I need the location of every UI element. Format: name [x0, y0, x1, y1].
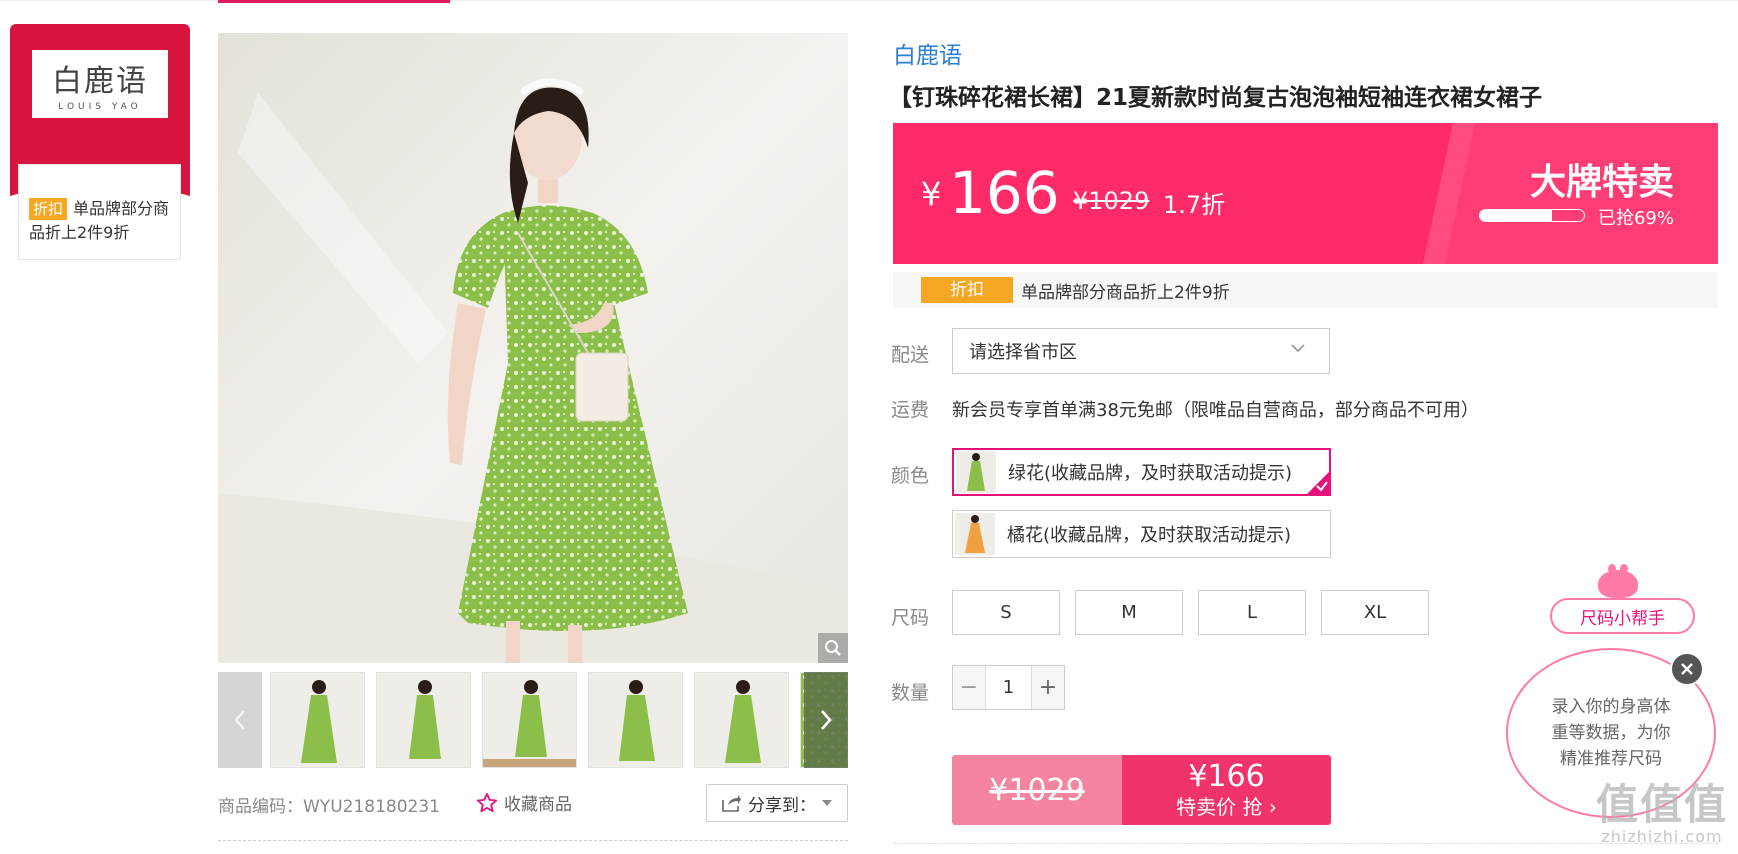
sale-title: 大牌特卖 [1529, 162, 1674, 203]
divider [893, 843, 1718, 844]
color-option-orange[interactable]: 橘花(收藏品牌，及时获取活动提示) [952, 510, 1331, 558]
quantity-decrease-button[interactable]: − [953, 666, 985, 709]
size-label: 尺码 [891, 607, 930, 629]
star-icon [476, 792, 498, 812]
favorite-button[interactable]: 收藏商品 [476, 790, 572, 815]
color-option-label: 橘花(收藏品牌，及时获取活动提示) [1007, 525, 1292, 546]
buy-cta-label: 特卖价 抢 › [1176, 795, 1277, 819]
discount-rate: 1.7折 [1163, 191, 1226, 219]
thumbnail[interactable] [694, 672, 789, 768]
zoom-icon[interactable] [818, 633, 848, 663]
watermark: 值值值 zhizhizhi.com [1595, 780, 1728, 847]
buy-button[interactable]: ¥1029 ¥166 特卖价 抢 › [952, 755, 1331, 825]
shipping-label: 运费 [891, 399, 930, 421]
sold-progress-text: 已抢69% [1597, 208, 1674, 229]
promo-tag: 折扣 [921, 277, 1013, 303]
quantity-value[interactable]: 1 [985, 666, 1032, 709]
quantity-increase-button[interactable]: + [1032, 666, 1064, 709]
below-image-bar: 商品编码：WYU218180231 收藏商品 分享到： [218, 784, 848, 824]
buy-original-price: ¥1029 [952, 755, 1122, 825]
quantity-stepper: − 1 + [952, 665, 1065, 710]
brand-logo-cn: 白鹿语 [52, 64, 148, 99]
thumbnail[interactable] [376, 672, 471, 768]
buy-main[interactable]: ¥166 特卖价 抢 › [1122, 755, 1331, 825]
brand-ribbon: 白鹿语 LOUIS YAO [10, 24, 190, 196]
thumbnail[interactable] [270, 672, 365, 768]
product-code: 商品编码：WYU218180231 [218, 797, 440, 817]
size-option-xl[interactable]: XL [1321, 590, 1429, 635]
size-helper-text: 录入你的身高体重等数据，为你精准推荐尺码 [1551, 697, 1671, 769]
color-swatch-orange [955, 513, 995, 555]
price-currency: ¥ [921, 175, 942, 213]
size-option-m[interactable]: M [1075, 590, 1183, 635]
caret-down-icon [822, 800, 832, 806]
favorite-label: 收藏商品 [504, 795, 572, 815]
shipping-text: 新会员专享首单满38元免邮（限唯品自营商品，部分商品不可用） [952, 400, 1479, 421]
size-helper-button[interactable]: 尺码小帮手 [1550, 598, 1695, 634]
thumb-prev-button[interactable] [218, 672, 262, 768]
current-price: 166 [949, 159, 1060, 227]
chevron-left-icon [234, 710, 245, 730]
selected-check-icon [1305, 470, 1331, 496]
thumbnail[interactable] [588, 672, 683, 768]
product-photo [218, 33, 848, 663]
watermark-url: zhizhizhi.com [1601, 827, 1723, 846]
mascot-icon [1598, 564, 1638, 598]
size-option-s[interactable]: S [952, 590, 1060, 635]
thumbnail-strip [218, 672, 848, 768]
brand-promo: 折扣 单品牌部分商品折上2件9折 [18, 164, 181, 260]
color-option-label: 绿花(收藏品牌，及时获取活动提示) [1008, 463, 1293, 484]
promo-row: 折扣 单品牌部分商品折上2件9折 [893, 272, 1718, 308]
delivery-label: 配送 [891, 344, 930, 366]
divider [218, 840, 848, 841]
brand-card[interactable]: 白鹿语 LOUIS YAO 折扣 单品牌部分商品折上2件9折 [10, 24, 190, 260]
price-banner: ¥ 166 ¥1029 1.7折 大牌特卖 已抢69% [893, 123, 1718, 264]
color-option-green[interactable]: 绿花(收藏品牌，及时获取活动提示) [952, 448, 1331, 496]
brand-link[interactable]: 白鹿语 [893, 36, 962, 70]
product-title: 【钉珠碎花裙长裙】21夏新款时尚复古泡泡袖短袖连衣裙女裙子 [889, 85, 1543, 111]
original-price: ¥1029 [1073, 187, 1150, 215]
chevron-down-icon [1291, 344, 1305, 352]
sold-progress-bar [1479, 209, 1585, 222]
share-icon [722, 795, 741, 812]
share-button[interactable]: 分享到： [706, 784, 848, 822]
buy-price: ¥166 [1188, 759, 1265, 794]
thumbnail[interactable] [482, 672, 577, 768]
promo-text: 单品牌部分商品折上2件9折 [1021, 282, 1230, 303]
size-option-l[interactable]: L [1198, 590, 1306, 635]
region-select-value: 请选择省市区 [969, 342, 1077, 363]
close-icon[interactable] [1670, 652, 1704, 686]
color-swatch-green [956, 451, 996, 493]
active-tab-indicator [218, 0, 450, 3]
chevron-right-icon [821, 710, 832, 730]
sold-progress-fill [1480, 210, 1552, 221]
thumb-next-button[interactable] [804, 672, 848, 768]
region-select[interactable]: 请选择省市区 [952, 328, 1330, 374]
brand-logo[interactable]: 白鹿语 LOUIS YAO [32, 50, 168, 118]
main-product-image[interactable] [218, 33, 848, 663]
color-label: 颜色 [891, 465, 930, 487]
brand-logo-en: LOUIS YAO [58, 102, 142, 112]
share-label: 分享到： [748, 795, 816, 816]
quantity-label: 数量 [891, 682, 930, 704]
discount-tag: 折扣 [29, 198, 68, 220]
watermark-logo: 值值值 [1595, 780, 1728, 829]
